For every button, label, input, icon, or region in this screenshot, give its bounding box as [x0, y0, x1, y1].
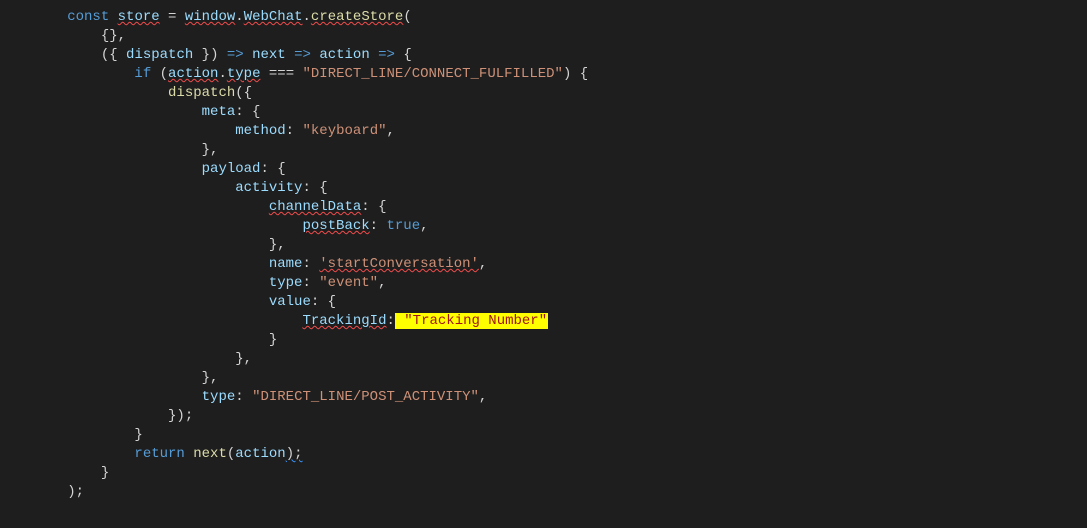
paren-open: (	[151, 66, 168, 82]
brace-close-comma: },	[202, 142, 219, 158]
dot: .	[303, 9, 311, 25]
string-post-activity: "DIRECT_LINE/POST_ACTIVITY"	[252, 389, 479, 405]
string-keyboard: "keyboard"	[302, 123, 386, 139]
arrow: =>	[227, 47, 244, 63]
comma: ,	[420, 218, 428, 234]
colon: :	[286, 123, 303, 139]
prop-activity: activity	[235, 180, 302, 196]
var-action: action	[235, 446, 285, 462]
prop-value: value	[269, 294, 311, 310]
colon-brace: : {	[311, 294, 336, 310]
arrow: =>	[378, 47, 395, 63]
brace-open: {	[395, 47, 412, 63]
call-open: ({	[235, 85, 252, 101]
code-editor[interactable]: const store = window.WebChat.createStore…	[0, 0, 1087, 502]
brace-close-comma: },	[269, 237, 286, 253]
brace-close-comma: },	[235, 351, 252, 367]
prop-name: name	[269, 256, 303, 272]
colon: :	[370, 218, 387, 234]
empty-object: {},	[101, 28, 126, 44]
colon: :	[302, 275, 319, 291]
fn-createstore: createStore	[311, 9, 403, 25]
destructure-open: ({	[101, 47, 126, 63]
paren-open: (	[403, 9, 411, 25]
comma: ,	[479, 389, 487, 405]
var-window: window	[185, 9, 235, 25]
arrow: =>	[294, 47, 311, 63]
colon-brace: : {	[302, 180, 327, 196]
paren-open: (	[227, 446, 235, 462]
highlighted-region: "Tracking Number"	[395, 313, 548, 329]
colon: :	[235, 389, 252, 405]
string-connect-fulfilled: "DIRECT_LINE/CONNECT_FULFILLED"	[303, 66, 563, 82]
fn-next: next	[193, 446, 227, 462]
prop-postback: postBack	[302, 218, 369, 234]
comma: ,	[378, 275, 386, 291]
prop-channeldata: channelData	[269, 199, 361, 215]
brace-close-comma: },	[202, 370, 219, 386]
call-close: });	[168, 408, 193, 424]
keyword-return: return	[134, 446, 184, 462]
var-action: action	[319, 47, 369, 63]
colon-brace: : {	[361, 199, 386, 215]
comma: ,	[479, 256, 487, 272]
colon-brace: : {	[260, 161, 285, 177]
brace-close: }	[101, 465, 109, 481]
outer-close: );	[67, 484, 84, 500]
var-dispatch: dispatch	[126, 47, 193, 63]
var-webchat: WebChat	[244, 9, 303, 25]
if-close: ) {	[563, 66, 588, 82]
colon-brace: : {	[235, 104, 260, 120]
op-assign: =	[160, 9, 185, 25]
comma: ,	[387, 123, 395, 139]
var-store: store	[118, 9, 160, 25]
prop-type: type	[227, 66, 261, 82]
prop-method: method	[235, 123, 285, 139]
colon: :	[386, 313, 394, 329]
fn-dispatch: dispatch	[168, 85, 235, 101]
brace-close: }	[269, 332, 277, 348]
destructure-close: })	[193, 47, 227, 63]
dot: .	[235, 9, 243, 25]
keyword-if: if	[134, 66, 151, 82]
prop-meta: meta	[202, 104, 236, 120]
string-event: "event"	[319, 275, 378, 291]
prop-trackingid: TrackingId	[302, 313, 386, 329]
op-strict-eq: ===	[260, 66, 302, 82]
keyword-true: true	[386, 218, 420, 234]
var-next: next	[252, 47, 286, 63]
prop-payload: payload	[202, 161, 261, 177]
string-tracking-number: "Tracking Number"	[404, 313, 547, 329]
brace-close: }	[134, 427, 142, 443]
prop-type: type	[269, 275, 303, 291]
keyword-const: const	[67, 9, 109, 25]
var-action: action	[168, 66, 218, 82]
paren-close-semi: );	[286, 446, 303, 462]
colon: :	[302, 256, 319, 272]
dot: .	[218, 66, 226, 82]
string-startconversation: 'startConversation'	[319, 256, 479, 272]
prop-type: type	[202, 389, 236, 405]
